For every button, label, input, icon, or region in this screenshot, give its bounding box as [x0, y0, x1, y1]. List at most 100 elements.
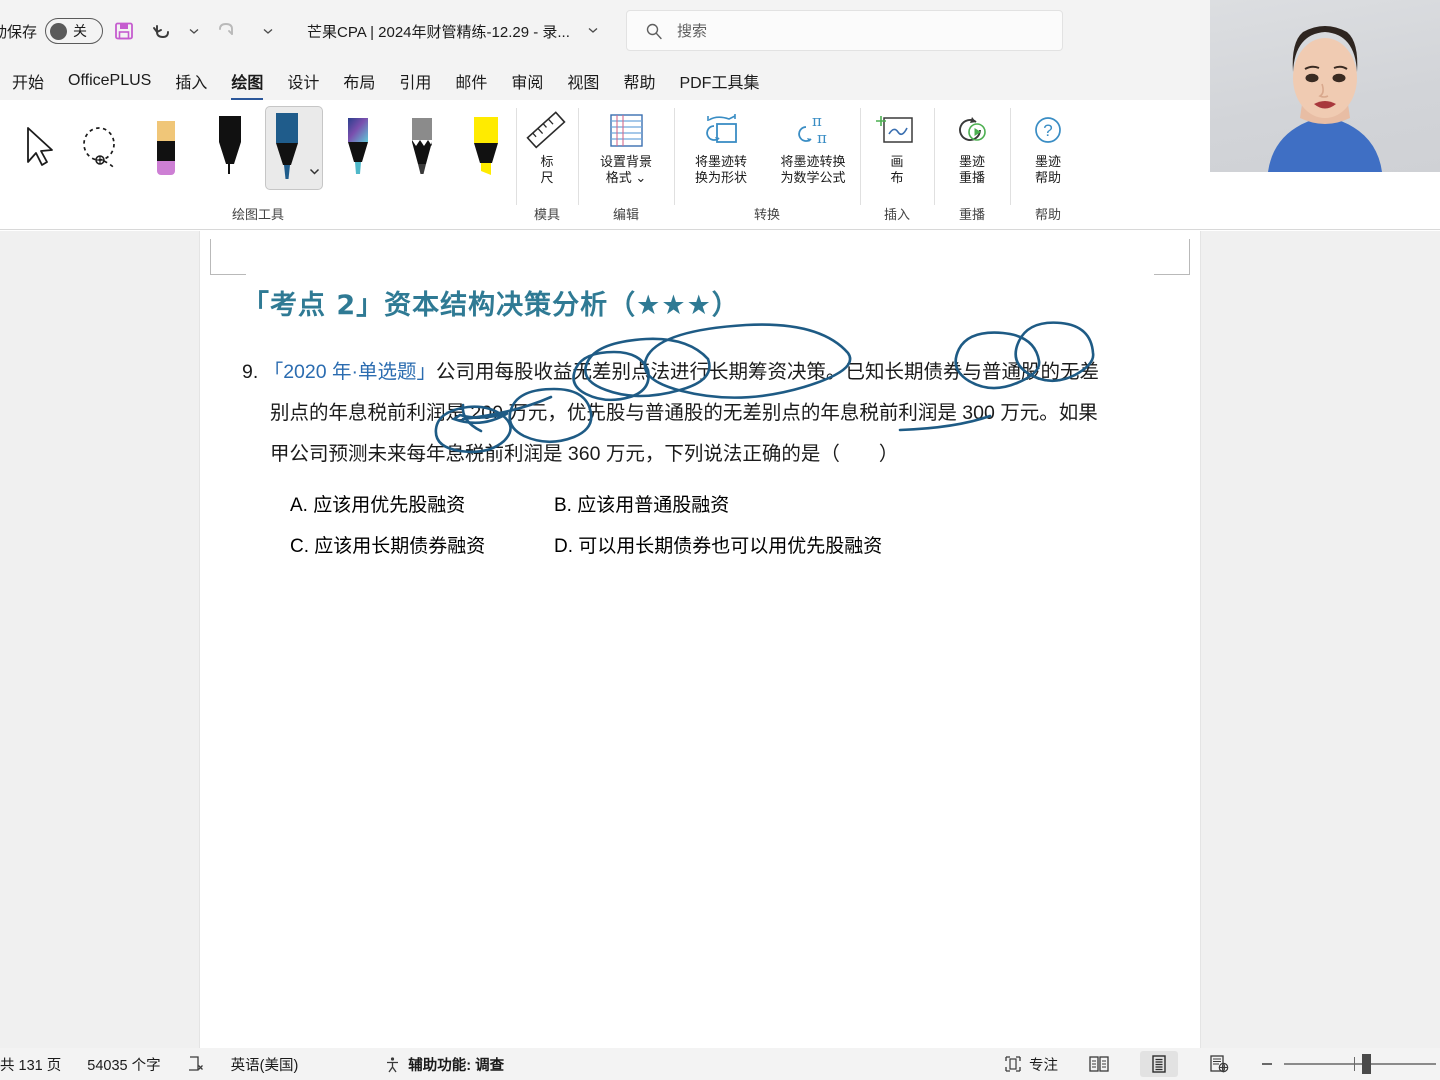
webcam-person — [1268, 26, 1382, 172]
focus-mode-button[interactable]: 专注 — [1004, 1054, 1058, 1075]
ink-to-shape-button[interactable]: 将墨迹转 换为形状 — [678, 106, 764, 187]
tab-view[interactable]: 视图 — [555, 65, 611, 97]
autosave-state-label: 关 — [73, 23, 88, 39]
ribbon-group-edit: 设置背景 格式 ⌄ 编辑 — [578, 100, 674, 229]
options-row-1: A. 应该用优先股融资 B. 应该用普通股融资 — [242, 485, 1180, 526]
word-count[interactable]: 54035 个字 — [87, 1054, 160, 1075]
ribbon-group-label-replay: 重播 — [958, 207, 985, 222]
option-d: D. 可以用长期债券也可以用优先股融资 — [542, 526, 882, 567]
question-tag: 「2020 年·单选题」 — [263, 361, 436, 383]
web-layout-button[interactable] — [1200, 1051, 1238, 1077]
drawing-canvas-button[interactable]: 画 布 — [867, 106, 927, 187]
drawing-canvas-label: 画 布 — [890, 154, 904, 186]
question-circle-icon: ? — [1035, 117, 1061, 143]
option-d-key: D. — [554, 536, 573, 557]
set-background-format-label: 设置背景 格式 ⌄ — [599, 154, 652, 186]
language-indicator[interactable]: 英语(美国) — [231, 1054, 299, 1075]
print-layout-button[interactable] — [1140, 1051, 1178, 1077]
pen-galaxy-tool[interactable] — [329, 106, 387, 190]
options-list: A. 应该用优先股融资 B. 应该用普通股融资 C. 应该用长期债券融资 D. … — [242, 485, 1180, 567]
customize-qat-button[interactable] — [257, 14, 279, 48]
save-button[interactable] — [107, 14, 141, 48]
zoom-slider[interactable] — [1260, 1054, 1436, 1074]
minus-icon[interactable] — [1260, 1057, 1274, 1071]
tab-help[interactable]: 帮助 — [611, 65, 667, 97]
ruler-button[interactable]: 标 尺 — [519, 106, 575, 187]
tab-start[interactable]: 开始 — [0, 65, 56, 97]
ribbon-group-replay: 墨迹 重播 重播 — [934, 100, 1010, 229]
accessibility-status[interactable]: 辅助功能: 调查 — [384, 1054, 504, 1075]
focus-mode-icon — [1005, 1056, 1021, 1072]
pen-icon — [348, 118, 368, 174]
word-application-window: 动保存 关 — [0, 0, 1440, 1080]
tab-layout[interactable]: 布局 — [331, 65, 387, 97]
tab-insert[interactable]: 插入 — [163, 65, 219, 97]
svg-text:π: π — [812, 112, 822, 130]
options-row-2: C. 应该用长期债券融资 D. 可以用长期债券也可以用优先股融资 — [242, 526, 1180, 567]
ink-replay-button[interactable]: 墨迹 重播 — [941, 106, 1003, 187]
pen-black-tool[interactable] — [201, 106, 259, 190]
tab-officeplus[interactable]: OfficePLUS — [56, 68, 163, 94]
tab-references[interactable]: 引用 — [387, 65, 443, 97]
option-c-text: 应该用长期债券融资 — [314, 536, 486, 557]
tab-mailings[interactable]: 邮件 — [443, 65, 499, 97]
margin-corner-top-right — [1154, 239, 1190, 275]
question-line-3: 甲公司预测未来每年息税前利润是 360 万元，下列说法正确的是（ ） — [270, 443, 899, 465]
tab-draw[interactable]: 绘图 — [219, 65, 275, 100]
document-content: 「考点 2」资本结构决策分析（★★★） 9. 「2020 年·单选题」公司用每股… — [242, 283, 1180, 567]
question-line-1: 9. 「2020 年·单选题」公司用每股收益无差别点法进行长期筹资决策。已知长期… — [242, 352, 1180, 393]
lasso-select-tool[interactable] — [73, 106, 131, 190]
ink-to-shape-icon-wrap — [695, 108, 747, 154]
redo-icon — [219, 23, 233, 35]
ink-to-math-button[interactable]: π π 将墨迹转换 为数学公式 — [770, 106, 856, 187]
zoom-slider-thumb[interactable] — [1362, 1054, 1371, 1074]
search-placeholder: 搜索 — [677, 23, 708, 40]
canvas-icon — [876, 116, 913, 143]
set-background-format-button[interactable]: 设置背景 格式 ⌄ — [583, 106, 669, 187]
status-bar-left: 共 131 页 54035 个字 英语(美国) 辅助功能: 调查 — [0, 1054, 504, 1075]
tab-pdf-tools[interactable]: PDF工具集 — [667, 65, 771, 97]
ribbon-group-label-convert: 转换 — [753, 207, 780, 222]
pen-blue-tool[interactable] — [265, 106, 323, 190]
title-dropdown-button[interactable] — [586, 23, 600, 40]
highlighter-yellow-tool[interactable] — [457, 106, 515, 190]
proofing-errors-button[interactable] — [187, 1055, 205, 1073]
document-page[interactable]: 「考点 2」资本结构决策分析（★★★） 9. 「2020 年·单选题」公司用每股… — [200, 231, 1200, 1048]
webcam-overlay[interactable] — [1210, 0, 1440, 172]
search-box[interactable]: 搜索 — [626, 10, 1063, 51]
replay-icon-wrap — [949, 108, 995, 154]
page-count[interactable]: 共 131 页 — [0, 1054, 61, 1075]
select-object-tool[interactable] — [9, 106, 67, 190]
read-mode-button[interactable] — [1080, 1051, 1118, 1077]
tab-review[interactable]: 审阅 — [499, 65, 555, 97]
pencil-tool[interactable] — [393, 106, 451, 190]
ink-to-shape-icon — [706, 114, 737, 143]
pen-icon — [219, 116, 241, 174]
lasso-icon — [83, 127, 116, 170]
canvas-icon-wrap — [874, 108, 920, 154]
pen-icon — [275, 113, 298, 179]
margin-corner-top-left — [210, 239, 246, 275]
ribbon-group-convert: 将墨迹转 换为形状 π π 将墨迹转换 为数学公式 转换 — [674, 100, 860, 229]
undo-icon — [153, 25, 169, 38]
ink-help-button[interactable]: ? 墨迹 帮助 — [1017, 106, 1079, 187]
document-title: 芒果CPA | 2024年财管精练-12.29 - 录... — [307, 23, 570, 41]
highlighter-icon — [474, 117, 498, 175]
document-canvas[interactable]: 「考点 2」资本结构决策分析（★★★） 9. 「2020 年·单选题」公司用每股… — [0, 231, 1440, 1048]
tab-design[interactable]: 设计 — [275, 65, 331, 97]
autosave-toggle[interactable]: 关 — [45, 18, 104, 44]
ribbon-group-stencils: 标 尺 模具 — [516, 100, 578, 229]
undo-dropdown-button[interactable] — [183, 14, 205, 48]
redo-button[interactable] — [209, 14, 243, 48]
ribbon-group-label-help: 帮助 — [1034, 207, 1061, 222]
replay-icon — [959, 117, 986, 141]
ribbon-group-label-drawing-tools: 绘图工具 — [231, 207, 284, 222]
option-a: A. 应该用优先股融资 — [242, 485, 542, 526]
undo-button[interactable] — [145, 14, 179, 48]
option-c-key: C. — [290, 536, 309, 557]
zoom-slider-track[interactable] — [1284, 1054, 1436, 1074]
ink-to-math-label: 将墨迹转换 为数学公式 — [780, 154, 846, 186]
ribbon-group-label-insert: 插入 — [883, 207, 910, 222]
eraser-tool[interactable] — [137, 106, 195, 190]
background-format-icon-wrap — [603, 108, 649, 154]
